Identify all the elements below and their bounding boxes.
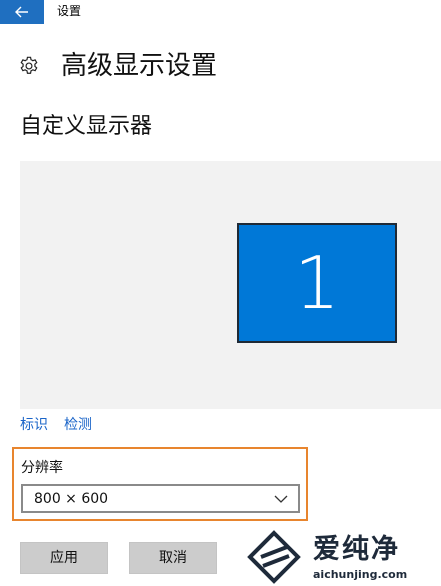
watermark: 爱纯净 aichunjing.com: [247, 530, 437, 584]
chevron-down-icon: [273, 491, 289, 507]
display-links: 标识 检测: [20, 415, 108, 435]
identify-link[interactable]: 标识: [20, 415, 48, 435]
display-arrangement-area: 1: [20, 161, 441, 409]
monitor-tile[interactable]: 1: [237, 223, 397, 343]
apply-button[interactable]: 应用: [20, 542, 108, 574]
page-header: 高级显示设置: [18, 48, 217, 84]
resolution-dropdown[interactable]: 800 × 600: [21, 484, 300, 513]
detect-link[interactable]: 检测: [64, 415, 92, 435]
resolution-highlight-box: 分辨率 800 × 600: [12, 447, 308, 521]
section-title: 自定义显示器: [20, 114, 153, 139]
window-title: 设置: [57, 4, 82, 18]
arrow-left-icon: [15, 6, 28, 18]
title-bar: 设置: [0, 0, 441, 24]
watermark-url: aichunjing.com: [313, 568, 408, 581]
monitor-number: 1: [294, 241, 340, 325]
back-button[interactable]: [0, 0, 44, 24]
resolution-label: 分辨率: [21, 460, 63, 476]
page-title: 高级显示设置: [61, 51, 218, 81]
gear-icon: [18, 55, 40, 77]
resolution-value: 800 × 600: [34, 490, 109, 507]
watermark-title: 爱纯净: [313, 534, 400, 565]
watermark-logo-icon: [247, 530, 301, 584]
cancel-button[interactable]: 取消: [129, 542, 217, 574]
